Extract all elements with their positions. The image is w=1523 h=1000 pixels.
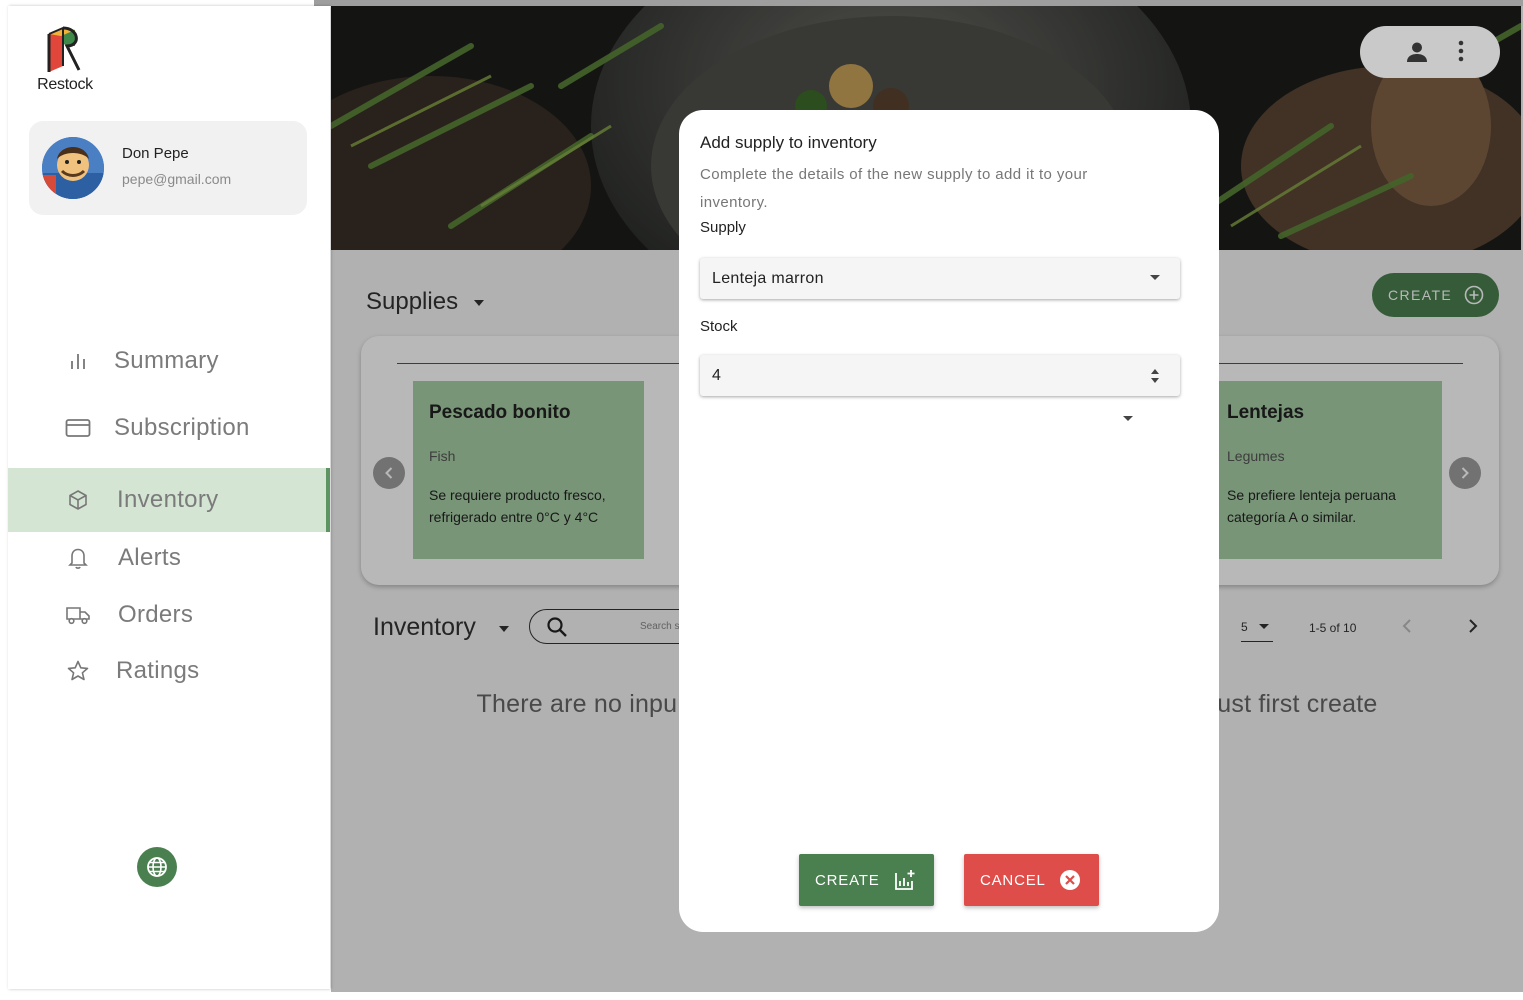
- globe-icon: [147, 857, 167, 877]
- stock-input-value: 4: [712, 367, 721, 384]
- nav-item-subscription[interactable]: Subscription: [8, 397, 330, 459]
- language-button[interactable]: [137, 847, 177, 887]
- person-icon[interactable]: [1405, 41, 1429, 63]
- create-button[interactable]: CREATE: [799, 854, 934, 906]
- nav-item-label: Ratings: [116, 657, 200, 684]
- cancel-button-label: CANCEL: [980, 871, 1046, 889]
- supply-select-value: Lenteja marron: [712, 270, 824, 287]
- app-name: Restock: [37, 76, 93, 93]
- profile-card[interactable]: Don Pepe pepe@gmail.com: [29, 121, 307, 215]
- add-chart-icon: [895, 870, 915, 890]
- stepper-icon[interactable]: [1150, 368, 1160, 384]
- profile-name: Don Pepe: [122, 145, 189, 162]
- dialog-subtitle: Complete the details of the new supply t…: [700, 166, 1088, 211]
- supply-select[interactable]: Lenteja marron: [700, 258, 1180, 299]
- credit-card-icon: [65, 415, 91, 441]
- create-button-label: CREATE: [815, 871, 880, 889]
- nav-item-label: Inventory: [117, 486, 219, 513]
- nav-item-summary[interactable]: Summary: [8, 330, 330, 392]
- user-menu[interactable]: [1360, 26, 1500, 78]
- app-logo[interactable]: Restock: [30, 26, 100, 94]
- nav-item-label: Orders: [118, 601, 194, 628]
- nav-item-inventory[interactable]: Inventory: [8, 468, 330, 532]
- nav-item-label: Alerts: [118, 544, 182, 571]
- nav-item-orders[interactable]: Orders: [8, 584, 330, 646]
- truck-icon: [65, 602, 91, 628]
- nav-item-label: Summary: [114, 347, 219, 374]
- add-supply-dialog: Add supply to inventory Complete the det…: [679, 110, 1219, 932]
- restock-logo-icon: [47, 26, 81, 72]
- chevron-down-icon[interactable]: [1123, 416, 1133, 421]
- profile-email: pepe@gmail.com: [122, 171, 232, 187]
- sidebar: Restock Don Pepe pepe@gmail.com Summary: [8, 6, 330, 989]
- avatar: [42, 137, 104, 199]
- supply-label: Supply: [700, 219, 746, 236]
- cancel-button[interactable]: CANCEL: [964, 854, 1099, 906]
- cube-icon: [65, 487, 91, 513]
- bar-chart-icon: [65, 348, 91, 374]
- stock-input[interactable]: 4: [700, 355, 1180, 396]
- nav-item-alerts[interactable]: Alerts: [8, 527, 330, 589]
- more-vert-icon[interactable]: [1458, 40, 1464, 62]
- nav-item-ratings[interactable]: Ratings: [8, 640, 330, 702]
- nav-item-label: Subscription: [114, 414, 250, 441]
- chevron-down-icon: [1150, 275, 1160, 280]
- bell-icon: [65, 545, 91, 571]
- close-circle-icon: [1060, 870, 1080, 890]
- stock-label: Stock: [700, 318, 738, 335]
- dialog-title: Add supply to inventory: [700, 133, 877, 152]
- star-icon: [65, 658, 91, 684]
